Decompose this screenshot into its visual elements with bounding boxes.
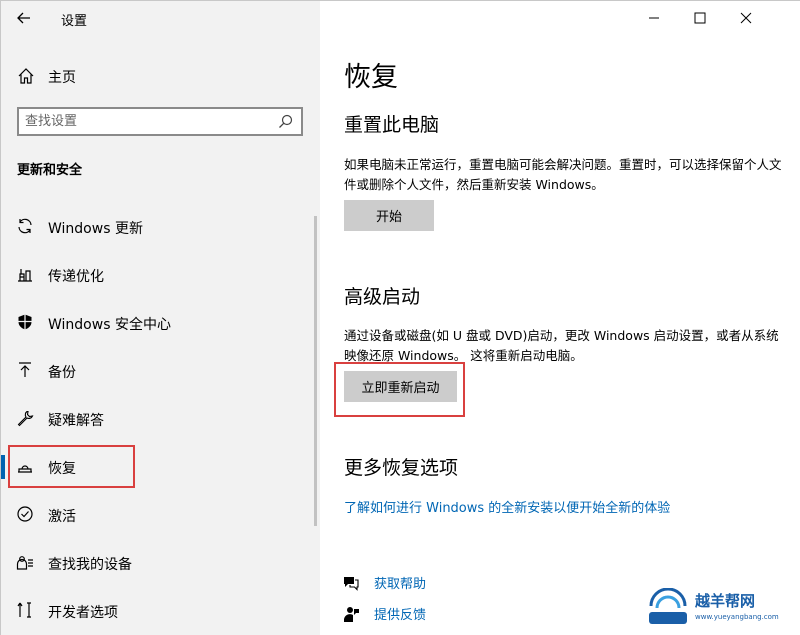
window-controls (631, 1, 800, 35)
sidebar-item-windows-update[interactable]: Windows 更新 (1, 203, 320, 251)
check-circle-icon (17, 506, 33, 522)
sidebar-item-label: 主页 (48, 70, 76, 86)
advanced-startup-description: 通过设备或磁盘(如 U 盘或 DVD)启动，更改 Windows 启动设置，或者… (344, 328, 779, 363)
sidebar-item-label: 开发者选项 (48, 605, 118, 621)
delivery-optimization-icon (18, 269, 32, 282)
page-title: 恢复 (344, 62, 398, 93)
sidebar-scrollbar[interactable] (314, 216, 317, 526)
developer-tools-icon (17, 602, 31, 618)
watermark-logo-icon (649, 588, 687, 624)
sidebar-item-label: 查找我的设备 (48, 557, 132, 573)
search-input[interactable] (25, 111, 275, 132)
close-icon[interactable] (723, 1, 769, 35)
highlight-box-recovery (8, 445, 135, 488)
titlebar: 设置 (1, 1, 320, 35)
sidebar-item-developer-options[interactable]: 开发者选项 (1, 587, 320, 635)
wrench-icon (17, 410, 34, 427)
feedback-icon (344, 607, 359, 622)
feedback-row[interactable]: 提供反馈 (342, 603, 542, 625)
back-arrow-icon[interactable] (13, 7, 35, 29)
get-help-link[interactable]: 获取帮助 (374, 573, 426, 592)
watermark: 越羊帮网 www.yueyangbang.com (645, 586, 793, 630)
watermark-url: www.yueyangbang.com (695, 613, 779, 621)
find-device-icon (16, 556, 33, 570)
get-help-row[interactable]: 获取帮助 (342, 572, 542, 594)
help-chat-icon (344, 577, 359, 591)
sidebar-item-label: Windows 安全中心 (48, 317, 171, 333)
minimize-icon[interactable] (631, 1, 677, 35)
search-box[interactable] (17, 107, 303, 136)
highlight-box-restart (334, 362, 465, 417)
shield-icon (18, 314, 32, 330)
sync-icon (18, 218, 32, 234)
sidebar-item-find-my-device[interactable]: 查找我的设备 (1, 539, 320, 587)
sidebar-item-troubleshoot[interactable]: 疑难解答 (1, 395, 320, 443)
search-icon[interactable] (278, 114, 293, 129)
app-title: 设置 (61, 14, 88, 29)
sidebar-item-label: 备份 (48, 365, 76, 381)
sidebar-item-windows-security[interactable]: Windows 安全中心 (1, 299, 320, 347)
backup-arrow-icon (19, 362, 31, 377)
reset-start-button[interactable]: 开始 (344, 200, 434, 231)
sidebar-item-activation[interactable]: 激活 (1, 491, 320, 539)
sidebar-item-label: Windows 更新 (48, 221, 143, 237)
sidebar-item-delivery-optimization[interactable]: 传递优化 (1, 251, 320, 299)
reset-description: 如果电脑未正常运行，重置电脑可能会解决问题。重置时，可以选择保留个人文件或删除个… (344, 157, 782, 192)
home-icon (18, 68, 34, 84)
settings-window: 设置 主页 更新和安全 Windows 更新 (0, 0, 800, 635)
feedback-link[interactable]: 提供反馈 (374, 604, 426, 623)
clean-install-link[interactable]: 了解如何进行 Windows 的全新安装以便开始全新的体验 (344, 497, 670, 516)
sidebar-item-backup[interactable]: 备份 (1, 347, 320, 395)
watermark-text: 越羊帮网 (695, 592, 756, 610)
sidebar-item-label: 疑难解答 (48, 413, 104, 429)
main-content: 恢复 重置此电脑 如果电脑未正常运行，重置电脑可能会解决问题。重置时，可以选择保… (320, 1, 800, 635)
sidebar-item-home[interactable]: 主页 (1, 59, 320, 93)
sidebar-item-label: 传递优化 (48, 269, 104, 285)
sidebar-item-label: 激活 (48, 509, 76, 525)
sidebar-nav: Windows 更新 传递优化 Windows 安全中心 备份 疑难解答 恢复 … (1, 203, 320, 635)
section-heading: 更新和安全 (17, 163, 83, 178)
advanced-startup-heading: 高级启动 (344, 286, 421, 308)
reset-heading: 重置此电脑 (344, 114, 440, 136)
sidebar: 设置 主页 更新和安全 Windows 更新 (1, 1, 320, 635)
selection-indicator (1, 455, 5, 479)
more-recovery-heading: 更多恢复选项 (344, 457, 459, 479)
maximize-icon[interactable] (677, 1, 723, 35)
